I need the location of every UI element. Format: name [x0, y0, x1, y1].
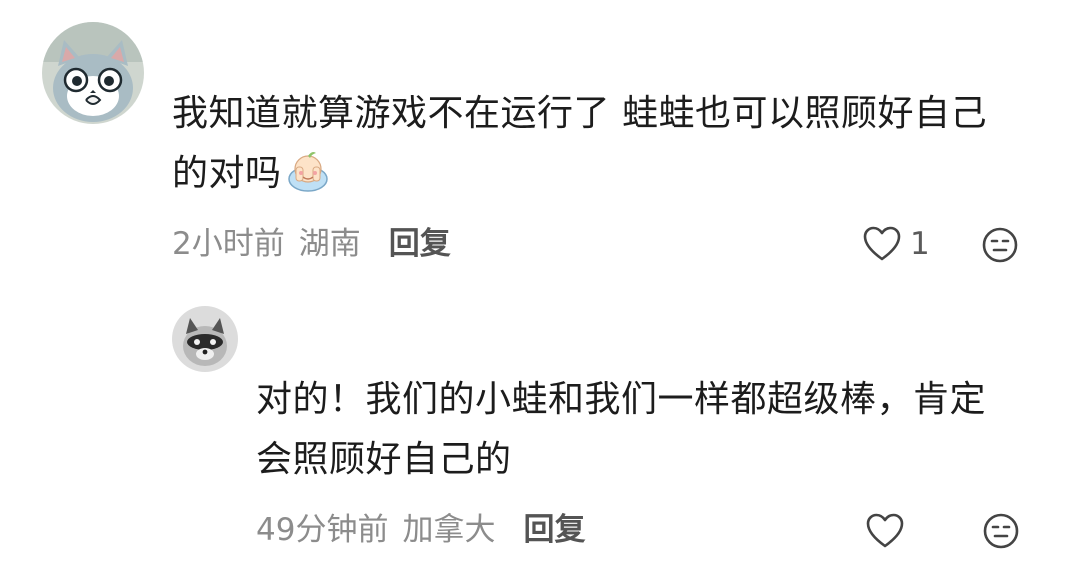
reply-button[interactable]: 回复 — [523, 512, 585, 548]
cat-cartoon-avatar-icon — [42, 22, 144, 124]
reply-meta: 49分钟前 加拿大 回复 — [256, 510, 585, 550]
like-count: 1 — [910, 226, 930, 262]
reply-text: 对的！我们的小蛙和我们一样都超级棒，肯定 会照顾好自己的 — [256, 370, 1056, 490]
raccoon-avatar-icon — [172, 306, 238, 372]
comment-location: 湖南 — [298, 226, 361, 262]
comment-time: 2小时前 — [172, 226, 285, 262]
avatar[interactable] — [172, 306, 238, 372]
heart-outline-icon — [863, 226, 901, 261]
dislike-button[interactable] — [982, 512, 1020, 554]
reply-time: 49分钟前 — [256, 512, 389, 548]
neutral-face-icon — [983, 513, 1019, 549]
frog-covering-face-emoji-icon — [286, 149, 330, 193]
heart-outline-icon — [866, 513, 904, 548]
reply-button[interactable]: 回复 — [389, 226, 451, 262]
reply-text-line-2: 会照顾好自己的 — [256, 439, 512, 480]
neutral-face-icon — [982, 227, 1018, 263]
comment-item: 我知道就算游戏不在运行了 蛙蛙也可以照顾好自己 的对吗 2小时前 湖南 回复 1 — [0, 0, 1080, 290]
comment-text-line-1: 我知道就算游戏不在运行了 蛙蛙也可以照顾好自己 — [172, 93, 987, 134]
avatar[interactable] — [42, 22, 144, 124]
comment-text: 我知道就算游戏不在运行了 蛙蛙也可以照顾好自己 的对吗 — [172, 84, 1052, 204]
reply-item: 对的！我们的小蛙和我们一样都超级棒，肯定 会照顾好自己的 49分钟前 加拿大 回复 — [0, 290, 1080, 581]
like-button[interactable] — [865, 512, 905, 550]
reply-location: 加拿大 — [402, 512, 496, 548]
comment-text-line-2: 的对吗 — [172, 153, 282, 194]
reply-text-line-1: 对的！我们的小蛙和我们一样都超级棒，肯定 — [256, 379, 987, 420]
comment-meta: 2小时前 湖南 回复 — [172, 224, 451, 264]
like-button[interactable]: 1 — [862, 224, 930, 264]
dislike-button[interactable] — [981, 226, 1019, 268]
